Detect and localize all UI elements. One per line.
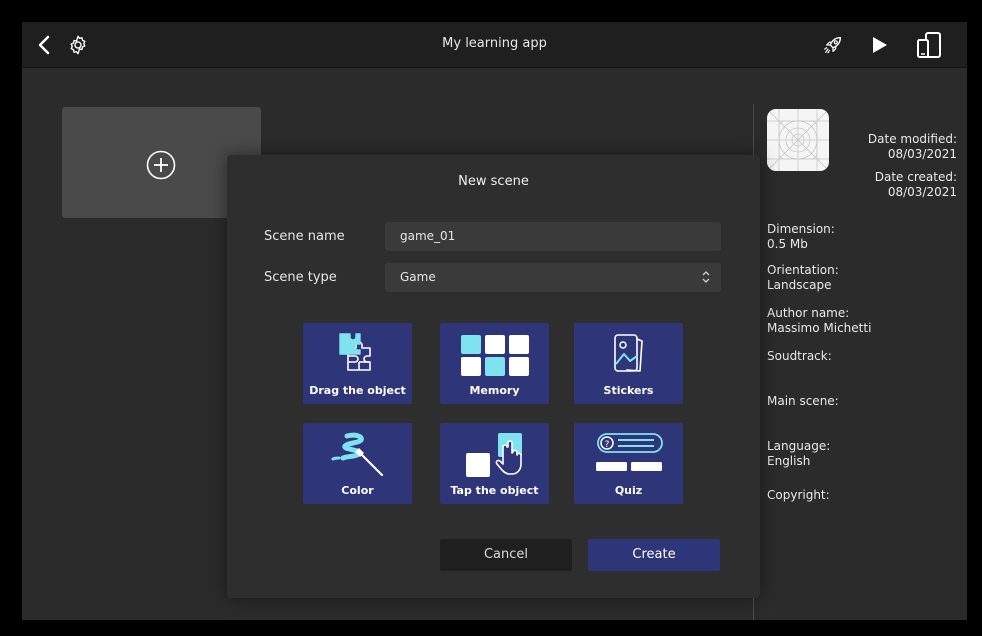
tile-label: Memory (469, 384, 520, 397)
tile-memory[interactable]: Memory (440, 323, 549, 404)
tile-color[interactable]: Color (303, 423, 412, 504)
plus-circle-icon (146, 150, 176, 180)
sticker-icon (613, 334, 643, 372)
device-preview-button[interactable] (914, 30, 944, 60)
top-bar: My learning app (22, 22, 967, 68)
tile-label: Tap the object (450, 484, 539, 497)
date-modified-label: Date modified: (867, 132, 957, 146)
devices-icon (917, 32, 941, 58)
play-icon (873, 37, 887, 53)
puzzle-icon (338, 333, 371, 371)
soundtrack-label: Soudtrack: (767, 349, 832, 363)
tile-tap-the-object[interactable]: Tap the object (440, 423, 549, 504)
tile-label: Drag the object (309, 384, 406, 397)
orientation-label: Orientation: (767, 263, 839, 277)
play-button[interactable] (866, 32, 892, 58)
date-modified-value: 08/03/2021 (887, 147, 957, 161)
date-created-value: 08/03/2021 (887, 185, 957, 199)
rocket-icon (824, 36, 842, 54)
main-scene-label: Main scene: (767, 394, 839, 408)
tap-hand-icon (465, 433, 522, 477)
scene-name-label: Scene name (264, 229, 345, 244)
language-label: Language: (767, 439, 831, 453)
orientation-value: Landscape (767, 278, 832, 292)
tile-label: Stickers (603, 384, 654, 397)
tile-label: Quiz (614, 484, 643, 497)
tile-drag-the-object[interactable]: Drag the object (303, 323, 412, 404)
scene-name-input[interactable]: game_01 (385, 222, 721, 251)
dimension-label: Dimension: (767, 222, 835, 236)
date-created-label: Date created: (874, 170, 957, 184)
tile-label: Color (341, 484, 374, 497)
dialog-title: New scene (458, 174, 529, 189)
publish-button[interactable] (820, 32, 846, 58)
scene-name-value: game_01 (400, 229, 456, 243)
new-scene-dialog: New scene Scene name game_01 Scene type … (227, 155, 760, 598)
svg-text:?: ? (604, 440, 609, 450)
scene-type-value: Game (400, 270, 436, 284)
scene-type-select[interactable]: Game (385, 263, 721, 292)
dimension-value: 0.5 Mb (767, 237, 808, 251)
app-screen: My learning app Date modified: 08/03/202… (22, 22, 967, 620)
author-label: Author name: (767, 306, 850, 320)
paint-brush-icon (331, 432, 383, 477)
cancel-button[interactable]: Cancel (440, 539, 572, 571)
app-icon-thumbnail[interactable] (767, 109, 829, 171)
copyright-label: Copyright: (767, 488, 830, 502)
tile-quiz[interactable]: ? Quiz (574, 423, 683, 504)
create-button[interactable]: Create (588, 539, 720, 571)
memory-grid-icon (460, 335, 529, 376)
icon-grid-placeholder-icon (767, 109, 829, 171)
quiz-icon: ? (595, 433, 663, 471)
scene-type-label: Scene type (264, 270, 337, 285)
author-value: Massimo Michetti (767, 321, 872, 335)
chevron-updown-icon (702, 271, 710, 283)
tile-stickers[interactable]: Stickers (574, 323, 683, 404)
language-value: English (767, 454, 811, 468)
